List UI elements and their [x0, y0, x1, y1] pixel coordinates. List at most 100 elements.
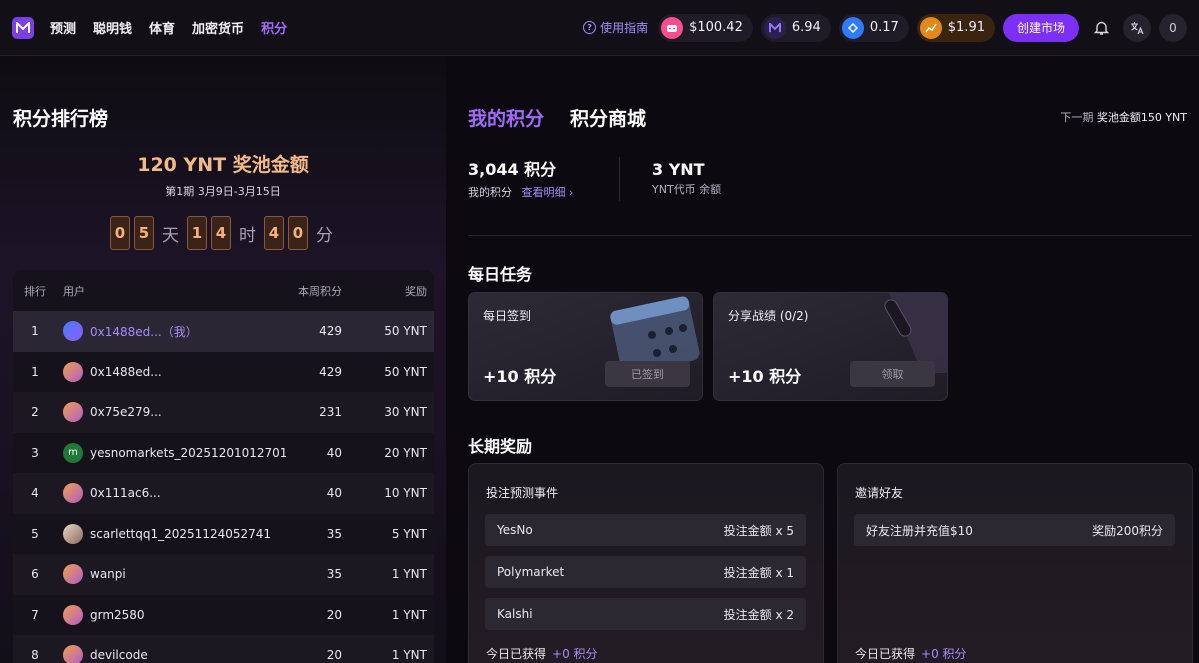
table-row[interactable]: 1 0x1488ed... 429 50 YNT — [13, 352, 434, 393]
user-name[interactable]: yesnomarkets_20251201012701 — [90, 446, 286, 460]
countdown-digit: 1 — [187, 216, 207, 250]
countdown-unit-day: 天 — [162, 225, 179, 246]
col-user: 用户 — [63, 284, 85, 298]
my-points-row: 我的积分 查看明细 › — [468, 184, 573, 200]
user-name[interactable]: devilcode — [90, 648, 148, 662]
countdown-timer: 0 5 天 1 4 时 4 0 分 — [110, 216, 337, 250]
my-points-label: 我的积分 — [468, 186, 512, 199]
reward-row-value: 奖励200积分 — [1092, 523, 1163, 538]
reward-row-kalshi: Kalshi 投注金额 x 2 — [485, 598, 806, 630]
m-logo-coin-icon — [763, 16, 786, 39]
nav-points[interactable]: 积分 — [261, 18, 287, 37]
user-name[interactable]: scarlettqq1_20251124052741 — [90, 527, 271, 541]
table-row[interactable]: 2 0x75e279... 231 30 YNT — [13, 392, 434, 433]
pool-amount: 120 YNT 奖池金额 — [137, 154, 309, 176]
table-row[interactable]: 7 grm2580 20 1 YNT — [13, 595, 434, 636]
table-row[interactable]: 1 0x1488ed...（我） 429 50 YNT — [13, 311, 434, 352]
user-name[interactable]: 0x1488ed...（我） — [90, 323, 198, 340]
row-rank: 6 — [31, 567, 39, 582]
nav-predict[interactable]: 预测 — [50, 18, 76, 37]
user-name[interactable]: 0x1488ed... — [90, 365, 162, 379]
table-row[interactable]: 3 m yesnomarkets_20251201012701 40 20 YNT — [13, 433, 434, 474]
period-dates: 第1期 3月9日-3月15日 — [165, 185, 281, 198]
row-rank: 5 — [31, 526, 39, 541]
avatar — [63, 564, 83, 585]
table-row[interactable]: 8 devilcode 20 1 YNT — [13, 635, 434, 663]
table-row[interactable]: 6 wanpi 35 1 YNT — [13, 554, 434, 595]
avatar — [63, 361, 83, 382]
table-row[interactable]: 5 scarlettqq1_20251124052741 35 5 YNT — [13, 514, 434, 555]
today-earned-value: +0 积分 — [921, 647, 967, 661]
row-points: 20 — [326, 648, 342, 663]
row-reward: 30 YNT — [384, 405, 427, 420]
bell-icon[interactable] — [1087, 14, 1115, 42]
countdown-digit: 4 — [264, 216, 284, 250]
view-details-label: 查看明细 — [521, 186, 566, 199]
task-reward: +10 积分 — [728, 367, 802, 386]
row-reward: 20 YNT — [384, 445, 427, 460]
avatar: m — [63, 442, 83, 463]
wallet-value: $100.42 — [689, 20, 743, 35]
wallet-balance-chart[interactable]: $1.91 — [916, 13, 995, 42]
top-header: 预测 聪明钱 体育 加密货币 积分 ? 使用指南 $100.42 6.94 0.… — [0, 0, 1199, 56]
table-row[interactable]: 4 0x111ac6... 40 10 YNT — [13, 473, 434, 514]
guide-link[interactable]: ? 使用指南 — [583, 19, 648, 36]
reward-row-name: 好友注册并充值$10 — [866, 523, 973, 538]
row-points: 35 — [326, 526, 342, 541]
checked-in-button[interactable]: 已签到 — [605, 361, 690, 387]
reward-card-invite: 邀请好友 好友注册并充值$10 奖励200积分 今日已获得 +0 积分 — [837, 463, 1193, 663]
countdown-unit-minute: 分 — [316, 225, 333, 246]
view-details-link[interactable]: 查看明细 › — [522, 186, 574, 199]
tab-points-shop[interactable]: 积分商城 — [570, 104, 646, 131]
longterm-rewards-title: 长期奖励 — [468, 437, 533, 456]
row-rank: 3 — [31, 445, 39, 460]
reward-row-value: 投注金额 x 2 — [723, 607, 794, 622]
row-user: 0x111ac6... — [57, 483, 286, 504]
create-market-button[interactable]: 创建市场 — [1002, 13, 1079, 42]
countdown-unit-hour: 时 — [239, 225, 256, 246]
ynt-balance-label: YNT代币 余额 — [652, 183, 722, 196]
row-reward: 50 YNT — [384, 324, 427, 339]
tab-my-points[interactable]: 我的积分 — [468, 104, 544, 131]
profile-count[interactable]: 0 — [1159, 13, 1187, 42]
row-points: 40 — [326, 486, 342, 501]
row-points: 231 — [319, 405, 342, 420]
row-rank: 2 — [31, 405, 39, 420]
avatar — [63, 483, 83, 504]
translate-icon[interactable] — [1123, 13, 1151, 42]
row-rank: 7 — [31, 607, 39, 622]
wallet-balance-token[interactable]: 0.17 — [838, 13, 909, 42]
row-user: 0x75e279... — [57, 402, 286, 423]
row-points: 20 — [326, 607, 342, 622]
user-name[interactable]: 0x75e279... — [90, 405, 162, 419]
reward-row-invite: 好友注册并充值$10 奖励200积分 — [854, 514, 1175, 546]
user-name[interactable]: grm2580 — [90, 608, 145, 622]
blue-token-icon — [841, 16, 864, 39]
row-reward: 1 YNT — [391, 648, 427, 663]
nav-crypto[interactable]: 加密货币 — [192, 18, 244, 37]
task-name: 分享战绩 (0/2) — [728, 309, 809, 323]
row-points: 429 — [319, 324, 342, 339]
col-reward: 奖励 — [405, 284, 427, 298]
nav-sports[interactable]: 体育 — [149, 18, 175, 37]
reward-card-betting: 投注预测事件 YesNo 投注金额 x 5 Polymarket 投注金额 x … — [468, 463, 824, 663]
claim-button[interactable]: 领取 — [850, 361, 935, 387]
user-name[interactable]: wanpi — [90, 567, 126, 581]
summary-divider — [619, 157, 620, 201]
row-rank: 8 — [31, 648, 39, 663]
nav-smart-money[interactable]: 聪明钱 — [93, 18, 132, 37]
row-rank: 1 — [31, 324, 39, 339]
task-reward: +10 积分 — [483, 367, 557, 386]
chevron-right-icon: › — [569, 186, 574, 199]
reward-row-polymarket: Polymarket 投注金额 x 1 — [485, 556, 806, 588]
wallet-value: 0.17 — [869, 20, 899, 35]
app-logo-icon[interactable] — [12, 16, 34, 39]
question-icon: ? — [583, 21, 597, 34]
row-user: devilcode — [57, 645, 286, 663]
row-reward: 1 YNT — [391, 567, 427, 582]
row-user: 0x1488ed...（我） — [57, 321, 286, 342]
wallet-balance-m[interactable]: 6.94 — [760, 13, 831, 42]
today-earned: 今日已获得 +0 积分 — [486, 645, 598, 662]
user-name[interactable]: 0x111ac6... — [90, 486, 161, 500]
wallet-balance-usd[interactable]: $100.42 — [658, 13, 753, 42]
